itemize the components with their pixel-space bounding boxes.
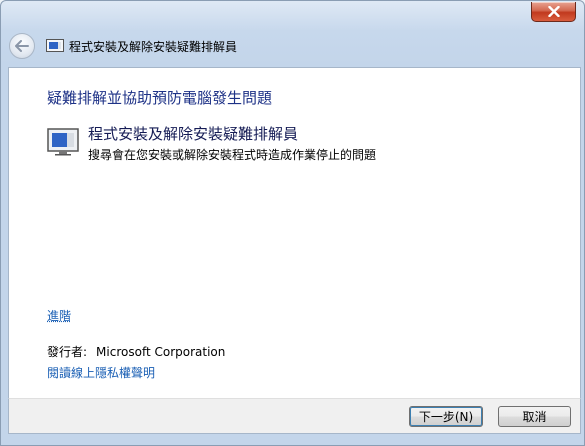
- window-title: 程式安裝及解除安裝疑難排解員: [69, 39, 238, 54]
- computer-screen-icon: [47, 128, 79, 156]
- next-button[interactable]: 下一步(N): [409, 406, 483, 427]
- page-heading: 疑難排解並協助預防電腦發生問題: [47, 89, 273, 107]
- back-arrow-icon: [15, 40, 29, 52]
- navigation-bar: 程式安裝及解除安裝疑難排解員: [9, 33, 576, 59]
- publisher-value: Microsoft Corporation: [96, 345, 226, 359]
- close-icon: [547, 6, 560, 17]
- advanced-link[interactable]: 進階: [47, 307, 71, 324]
- cancel-button[interactable]: 取消: [498, 406, 571, 427]
- item-title: 程式安裝及解除安裝疑難排解員: [88, 125, 299, 143]
- computer-screen-icon: [46, 39, 64, 52]
- publisher-info: 發行者: Microsoft Corporation: [47, 343, 225, 360]
- troubleshooter-window: 程式安裝及解除安裝疑難排解員 疑難排解並協助預防電腦發生問題 程式安裝及解除安裝…: [0, 0, 585, 446]
- button-bar: 下一步(N) 取消: [8, 398, 581, 434]
- publisher-label: 發行者:: [47, 345, 88, 359]
- privacy-link[interactable]: 閱讀線上隱私權聲明: [47, 364, 155, 381]
- content-panel: 疑難排解並協助預防電腦發生問題 程式安裝及解除安裝疑難排解員 搜尋會在您安裝或解…: [8, 67, 581, 398]
- back-button[interactable]: [9, 33, 35, 59]
- close-button[interactable]: [531, 2, 576, 22]
- item-description: 搜尋會在您安裝或解除安裝程式時造成作業停止的問題: [88, 148, 377, 162]
- troubleshooter-item: 程式安裝及解除安裝疑難排解員 搜尋會在您安裝或解除安裝程式時造成作業停止的問題: [47, 125, 376, 163]
